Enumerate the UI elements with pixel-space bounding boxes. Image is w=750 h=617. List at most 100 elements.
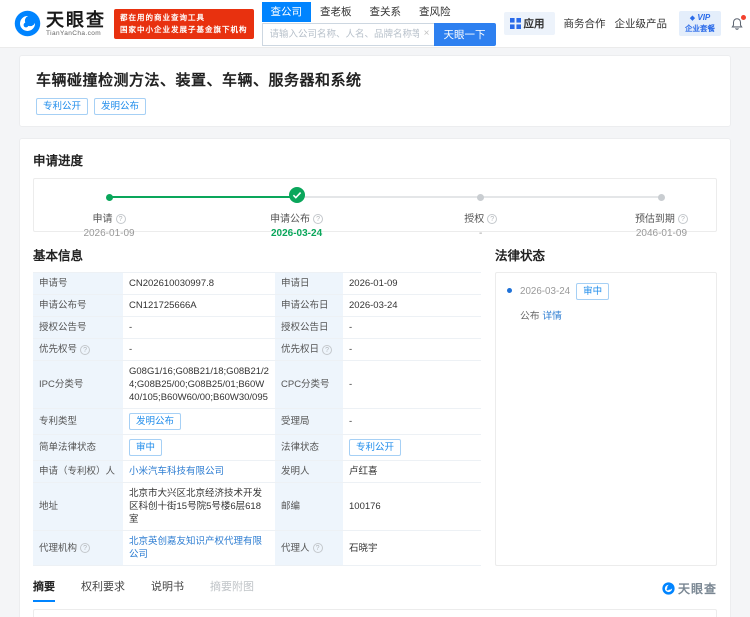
application-timeline: 申请?2026-01-09申请公布?2026-03-24授权?-预估到期?204… — [33, 178, 717, 232]
enterprise-label: 企业级产品 — [615, 16, 668, 31]
field-label: 申请公布号 — [33, 295, 123, 317]
field-label: 地址 — [33, 483, 123, 531]
info-icon: ? — [80, 345, 90, 355]
field-label: 代理机构? — [33, 531, 123, 566]
brand-name: 天眼查 — [46, 11, 106, 29]
step-date: 2026-01-09 — [44, 228, 174, 239]
step-date: 2046-01-09 — [596, 228, 726, 239]
basic-info-row: 优先权号?-优先权日?- — [33, 339, 481, 361]
page-content: 车辆碰撞检测方法、装置、车辆、服务器和系统 专利公开发明公布 申请进度 申请?2… — [0, 56, 750, 617]
search-tab[interactable]: 查公司 — [262, 2, 312, 22]
info-icon: ? — [322, 345, 332, 355]
basic-info-row: 申请公布号CN121725666A申请公布日2026-03-24 — [33, 295, 481, 317]
timeline-step: 预估到期? 2046-01-09 — [596, 185, 726, 239]
field-value: 卢红喜 — [343, 461, 481, 483]
search-button[interactable]: 天眼一下 — [434, 23, 496, 46]
field-label: CPC分类号 — [275, 361, 343, 409]
abstract-panel: 本公开涉及车辆领域，尤其涉及一种车辆碰撞检测方法、装置、车辆、服务器和系统。该方… — [33, 609, 717, 617]
eye-logo-icon — [662, 582, 675, 595]
watermark: 天眼查 — [662, 580, 717, 602]
field-value: 发明公布 — [123, 409, 275, 435]
step-dot-icon — [477, 194, 484, 201]
vip-label: VIP — [697, 13, 710, 22]
entity-link[interactable]: 小米汽车科技有限公司 — [129, 465, 224, 478]
field-label: IPC分类号 — [33, 361, 123, 409]
field-value: - — [123, 339, 275, 361]
field-label: 法律状态 — [275, 435, 343, 461]
legal-status-section: 法律状态 2026-03-24审中公布 详情 — [495, 245, 717, 566]
search-box: × — [262, 23, 434, 46]
field-value: - — [343, 317, 481, 339]
patent-detail-card: 申请进度 申请?2026-01-09申请公布?2026-03-24授权?-预估到… — [20, 139, 730, 617]
patent-tags: 专利公开发明公布 — [36, 98, 714, 115]
field-value: 100176 — [343, 483, 481, 531]
field-value: 2026-01-09 — [343, 273, 481, 295]
tianyancha-logo[interactable]: 天眼查 TianYanCha.com — [14, 10, 106, 37]
basic-info-row: 地址北京市大兴区北京经济技术开发区科创十街15号院5号楼6层618室邮编1001… — [33, 483, 481, 531]
step-date: - — [416, 228, 546, 239]
field-label: 优先权日? — [275, 339, 343, 361]
status-tag: 审中 — [576, 283, 609, 300]
field-value: - — [343, 409, 481, 435]
site-header: 天眼查 TianYanCha.com 都在用的商业查询工具 国家中小企业发展子基… — [0, 0, 750, 48]
basic-info-section-title: 基本信息 — [33, 245, 481, 264]
brand-domain: TianYanCha.com — [46, 30, 106, 37]
field-label: 受理局 — [275, 409, 343, 435]
field-label: 简单法律状态 — [33, 435, 123, 461]
header-nav: 应用 商务合作 企业级产品 ◆ VIP 企业套餐 — [504, 11, 737, 35]
nav-enterprise-products[interactable]: 企业级产品 — [615, 16, 671, 31]
search-area: 查公司查老板查关系查风险 × 天眼一下 — [262, 0, 496, 48]
field-label: 申请日 — [275, 273, 343, 295]
info-icon: ? — [80, 543, 90, 553]
search-tab[interactable]: 查风险 — [410, 2, 460, 22]
apps-label: 应用 — [524, 16, 545, 31]
vip-badge[interactable]: ◆ VIP 企业套餐 — [679, 11, 721, 35]
slogan-line-1: 都在用的商业查询工具 — [120, 12, 248, 24]
field-label: 授权公告日 — [275, 317, 343, 339]
tab-说明书[interactable]: 说明书 — [151, 578, 184, 602]
patent-title-card: 车辆碰撞检测方法、装置、车辆、服务器和系统 专利公开发明公布 — [20, 56, 730, 126]
field-value: 专利公开 — [343, 435, 481, 461]
search-input[interactable] — [262, 23, 434, 46]
search-tab[interactable]: 查老板 — [311, 2, 361, 22]
basic-info-row: 申请号CN202610030997.8申请日2026-01-09 — [33, 273, 481, 295]
field-label: 发明人 — [275, 461, 343, 483]
step-label: 预估到期? — [596, 210, 726, 225]
tab-摘要[interactable]: 摘要 — [33, 578, 55, 602]
check-icon — [289, 187, 305, 208]
legal-action-label: 公布 — [520, 311, 540, 322]
entity-link[interactable]: 北京英创嘉友知识产权代理有限公司 — [129, 535, 269, 561]
info-columns: 基本信息 申请号CN202610030997.8申请日2026-01-09申请公… — [33, 245, 717, 566]
info-icon: ? — [487, 214, 497, 224]
timeline-step: 申请?2026-01-09 — [44, 185, 174, 239]
legal-status-date: 2026-03-24 — [520, 286, 570, 297]
basic-info-row: 简单法律状态审中 法律状态专利公开 — [33, 435, 481, 461]
basic-info-table: 申请号CN202610030997.8申请日2026-01-09申请公布号CN1… — [33, 272, 481, 566]
search-tabs: 查公司查老板查关系查风险 — [262, 2, 496, 22]
tab-权利要求[interactable]: 权利要求 — [81, 578, 125, 602]
field-value: 北京市大兴区北京经济技术开发区科创十街15号院5号楼6层618室 — [123, 483, 275, 531]
field-value: 审中 — [123, 435, 275, 461]
search-tab[interactable]: 查关系 — [361, 2, 411, 22]
basic-info-row: 授权公告号-授权公告日- — [33, 317, 481, 339]
timeline-step: 授权?- — [416, 185, 546, 239]
basic-info-row: IPC分类号G08G1/16;G08B21/18;G08B21/24;G08B2… — [33, 361, 481, 409]
info-icon: ? — [116, 214, 126, 224]
nav-cooperation[interactable]: 商务合作 — [564, 16, 606, 31]
bullet-icon — [507, 288, 512, 293]
status-tag: 审中 — [129, 439, 162, 456]
patent-status-tag: 发明公布 — [94, 98, 146, 115]
step-date: 2026-03-24 — [232, 228, 362, 239]
field-label: 申请公布日 — [275, 295, 343, 317]
field-value: 石晓宇 — [343, 531, 481, 566]
page: 天眼查 TianYanCha.com 都在用的商业查询工具 国家中小企业发展子基… — [0, 0, 750, 617]
progress-section-title: 申请进度 — [33, 150, 717, 169]
notifications-bell[interactable] — [730, 17, 744, 31]
logo-text: 天眼查 TianYanCha.com — [46, 11, 106, 37]
clear-icon[interactable]: × — [424, 28, 430, 40]
detail-link[interactable]: 详情 — [542, 311, 562, 322]
field-label: 专利类型 — [33, 409, 123, 435]
apps-menu[interactable]: 应用 — [504, 12, 555, 35]
timeline-step: 申请公布?2026-03-24 — [232, 185, 362, 239]
field-value: - — [123, 317, 275, 339]
